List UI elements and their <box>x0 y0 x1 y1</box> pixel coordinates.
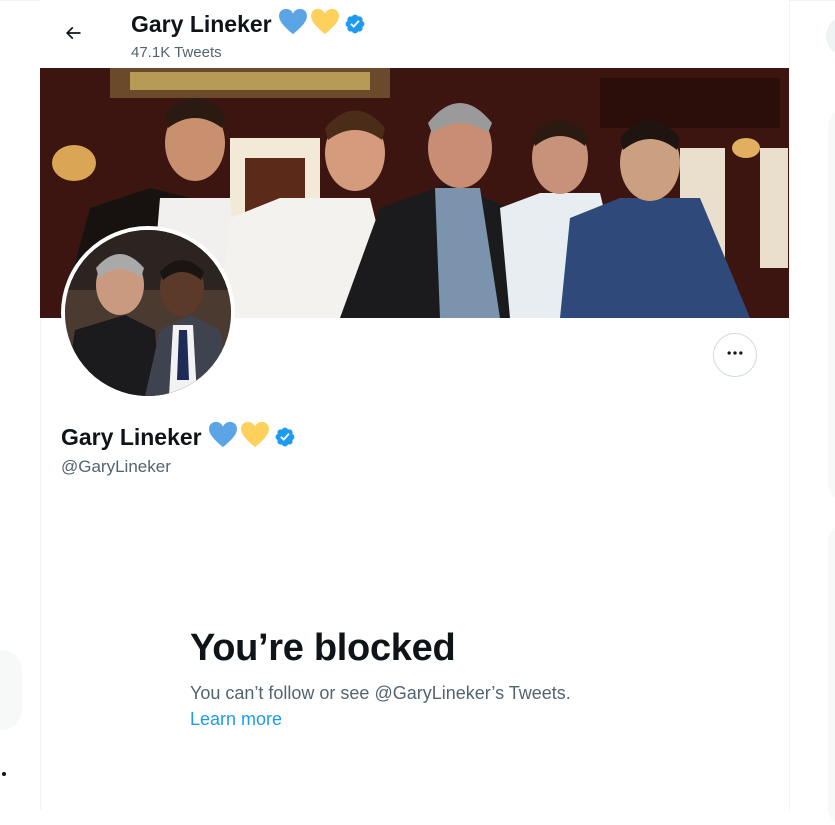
profile-name-row: Gary Lineker <box>61 421 296 453</box>
left-edge-dot <box>2 772 6 776</box>
more-options-button[interactable] <box>713 333 757 377</box>
learn-more-link[interactable]: Learn more <box>190 707 282 731</box>
profile-handle: @GaryLineker <box>61 457 171 476</box>
verified-badge-icon <box>344 13 366 35</box>
blue-heart-icon <box>208 421 238 453</box>
header-name-row: Gary Lineker <box>131 8 366 40</box>
right-panel-card <box>828 525 835 825</box>
left-sidebar-edge <box>0 0 41 810</box>
header-name: Gary Lineker <box>131 11 272 37</box>
profile-header: Gary Lineker 47.1K Tweets <box>40 0 789 68</box>
hearts <box>208 421 270 453</box>
right-sidebar-edge <box>790 0 835 825</box>
ellipsis-icon <box>725 343 745 368</box>
yellow-heart-icon <box>310 8 340 40</box>
hearts <box>278 8 340 40</box>
tweet-count: 47.1K Tweets <box>131 44 222 61</box>
blue-heart-icon <box>278 8 308 40</box>
avatar-image <box>65 230 231 396</box>
profile-avatar[interactable] <box>61 226 235 400</box>
profile-name: Gary Lineker <box>61 424 202 450</box>
left-edge-shape <box>0 650 22 730</box>
arrow-left-icon <box>63 23 83 48</box>
back-button[interactable] <box>54 16 92 54</box>
right-panel-card <box>828 110 835 500</box>
profile-column: Gary Lineker 47.1K Tweets Gary Lineker @… <box>40 0 790 810</box>
blocked-title: You’re blocked <box>190 627 456 669</box>
verified-badge-icon[interactable] <box>274 426 296 448</box>
right-edge-circle <box>826 16 835 56</box>
yellow-heart-icon <box>240 421 270 453</box>
blocked-message: You can’t follow or see @GaryLineker’s T… <box>190 683 571 703</box>
